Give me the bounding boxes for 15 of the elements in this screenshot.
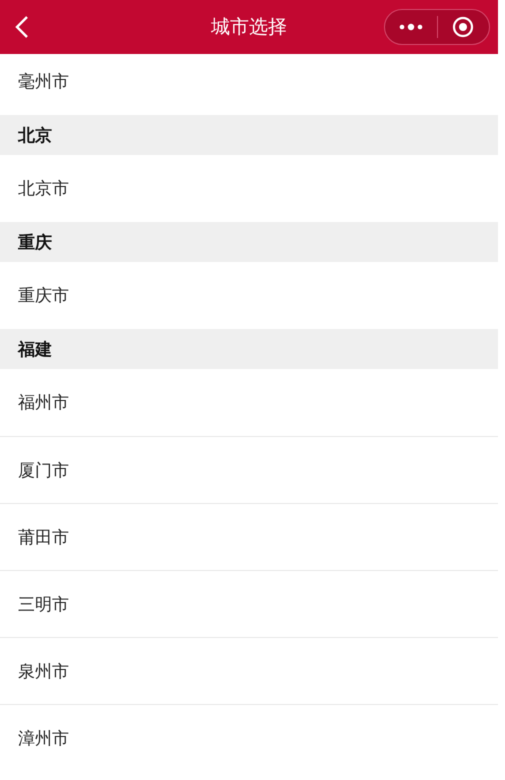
target-icon [452, 16, 474, 38]
city-item[interactable]: 福州市 [18, 391, 69, 414]
group-title: 北京 [18, 124, 52, 146]
city-item[interactable]: 重庆市 [18, 284, 69, 307]
city-item[interactable]: 北京市 [18, 177, 69, 200]
more-icon [398, 23, 423, 31]
city-item[interactable]: 厦门市 [18, 458, 69, 482]
city-item[interactable]: 莆田市 [18, 526, 69, 548]
city-item[interactable]: 毫州市 [18, 70, 69, 93]
group-title: 福建 [18, 338, 52, 360]
city-item[interactable]: 泉州市 [18, 660, 69, 682]
city-item[interactable]: 三明市 [18, 592, 69, 616]
group-title: 重庆 [18, 232, 52, 254]
city-item[interactable]: 漳州市 [18, 726, 69, 750]
page-title: 城市选择 [211, 15, 287, 40]
